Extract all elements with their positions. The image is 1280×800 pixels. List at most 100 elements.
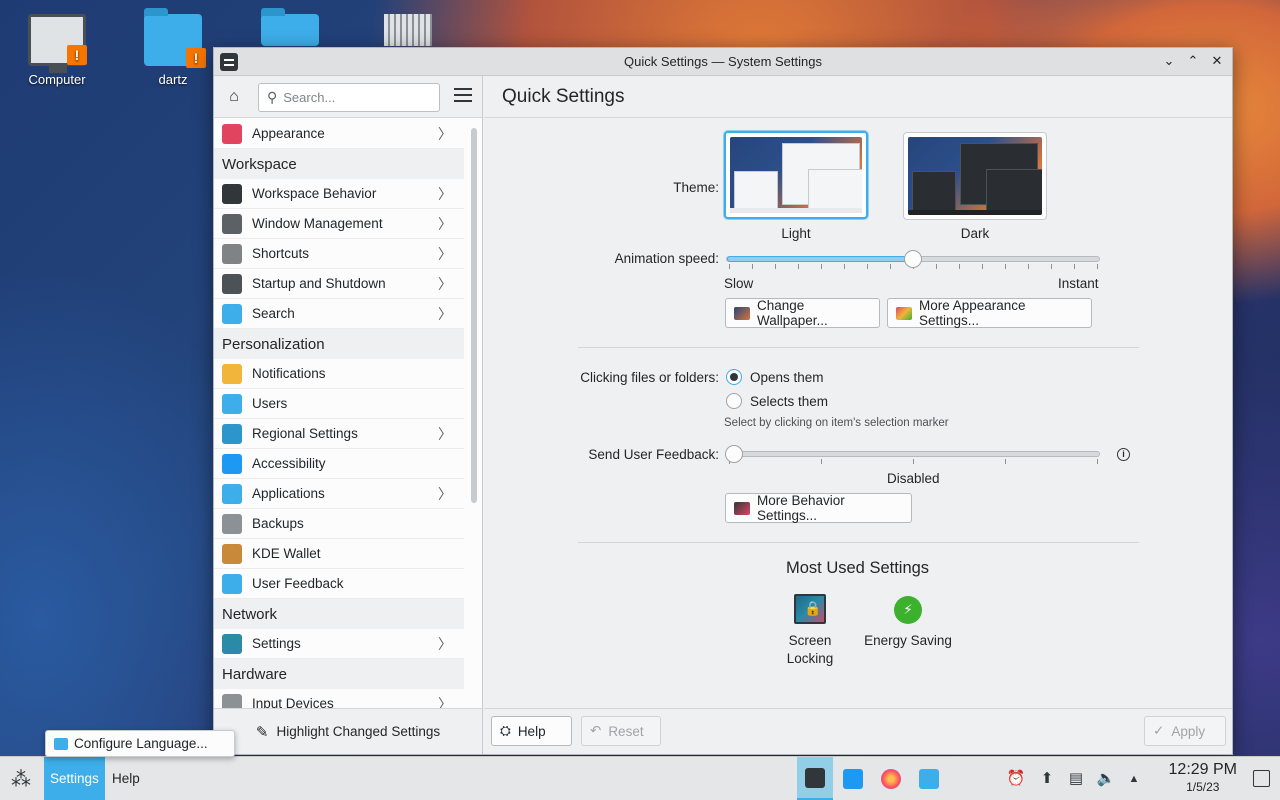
updates-tray-icon[interactable]: ⬆	[1037, 769, 1057, 789]
page-title: Quick Settings	[484, 76, 1232, 118]
sidebar-item-regional-settings[interactable]: Regional Settings 〉	[214, 419, 464, 449]
sidebar-item-applications[interactable]: Applications 〉	[214, 479, 464, 509]
most-used-settings-title: Most Used Settings	[786, 559, 930, 577]
feedback-slider[interactable]	[726, 451, 1100, 457]
feedback-slider-handle[interactable]	[725, 445, 743, 463]
digital-clock[interactable]: 12:29 PM 1/5/23	[1169, 761, 1237, 794]
sidebar-item-user-feedback[interactable]: User Feedback	[214, 569, 464, 599]
sidebar-item-workspace-behavior[interactable]: Workspace Behavior 〉	[214, 179, 464, 209]
highlight-changed-label: Highlight Changed Settings	[276, 724, 441, 739]
sidebar-item-appearance[interactable]: Appearance 〉	[214, 119, 464, 149]
quick-settings-content: Theme: Light Dark Animation speed: Slow …	[484, 119, 1232, 708]
divider	[578, 347, 1139, 348]
startup-and-shutdown-icon	[222, 273, 242, 294]
apply-button[interactable]: ✓ Apply	[1144, 716, 1226, 746]
more-behavior-settings-button[interactable]: More Behavior Settings...	[725, 493, 912, 523]
theme-light-card[interactable]	[724, 131, 868, 219]
settings-icon	[222, 633, 242, 654]
sidebar-item-label: Workspace Behavior	[252, 186, 377, 201]
hamburger-menu-icon[interactable]	[454, 88, 472, 104]
workspace-behavior-icon	[222, 183, 242, 204]
home-icon[interactable]: ⌂	[223, 86, 245, 108]
more-appearance-settings-button[interactable]: More Appearance Settings...	[887, 298, 1092, 328]
animation-speed-fill	[727, 256, 914, 262]
sidebar-item-startup-and-shutdown[interactable]: Startup and Shutdown 〉	[214, 269, 464, 299]
slider-tick	[867, 264, 868, 269]
slider-tick	[1005, 264, 1006, 269]
kde-wallet-icon	[222, 543, 242, 564]
global-menu-help[interactable]: Help	[106, 757, 146, 800]
change-wallpaper-button[interactable]: Change Wallpaper...	[725, 298, 880, 328]
sidebar-item-search[interactable]: Search 〉	[214, 299, 464, 329]
sidebar-item-kde-wallet[interactable]: KDE Wallet	[214, 539, 464, 569]
send-feedback-label: Send User Feedback:	[588, 447, 719, 462]
info-icon[interactable]: i	[1117, 448, 1130, 461]
help-icon: ⛭	[500, 723, 511, 738]
desktop-icon-computer[interactable]: ! Computer	[7, 14, 107, 87]
input-devices-icon	[222, 693, 242, 708]
slider-tick	[913, 459, 914, 464]
sidebar-item-shortcuts[interactable]: Shortcuts 〉	[214, 239, 464, 269]
application-launcher-icon[interactable]: ⁂	[8, 767, 34, 793]
chevron-right-icon: 〉	[438, 305, 452, 322]
reset-button[interactable]: ↶ Reset	[581, 716, 661, 746]
volume-tray-icon[interactable]: 🔈	[1096, 769, 1116, 789]
chevron-right-icon: 〉	[438, 275, 452, 292]
pen-icon: ✎	[255, 723, 269, 741]
appearance-icon	[896, 306, 912, 320]
slider-tick	[1097, 459, 1098, 464]
desktop-icon-home-folder[interactable]: ! dartz	[123, 8, 223, 87]
clipboard-tray-icon[interactable]: ▤	[1066, 769, 1086, 789]
sidebar-scrollbar[interactable]	[471, 128, 477, 503]
sidebar-item-input-devices[interactable]: Input Devices 〉	[214, 689, 464, 708]
show-desktop-icon[interactable]	[1253, 770, 1270, 787]
system-settings-window: Quick Settings — System Settings ⌄ ⌃ ✕ ⌂…	[213, 47, 1233, 755]
configure-language-menu-item[interactable]: Configure Language...	[45, 730, 235, 757]
checkmark-icon: ✓	[1153, 723, 1165, 738]
help-button[interactable]: ⛭ Help	[491, 716, 572, 746]
accessibility-icon	[222, 453, 242, 474]
slider-tick	[844, 264, 845, 269]
applications-icon	[222, 483, 242, 504]
close-button[interactable]: ✕	[1208, 52, 1226, 70]
slider-tick	[1051, 264, 1052, 269]
search-input[interactable]	[283, 90, 424, 105]
sidebar-item-notifications[interactable]: Notifications	[214, 359, 464, 389]
sidebar-item-settings[interactable]: Settings 〉	[214, 629, 464, 659]
configure-language-label: Configure Language...	[74, 736, 208, 751]
title-bar[interactable]: Quick Settings — System Settings ⌄ ⌃ ✕	[214, 48, 1232, 76]
opens-them-radio[interactable]	[726, 369, 742, 385]
selects-them-label[interactable]: Selects them	[750, 394, 828, 409]
minimize-button[interactable]: ⌄	[1160, 52, 1178, 70]
shortcuts-icon	[222, 243, 242, 264]
notifications-tray-icon[interactable]: ⏰	[1006, 769, 1026, 789]
sidebar-item-backups[interactable]: Backups	[214, 509, 464, 539]
task-system-settings[interactable]	[797, 757, 833, 800]
highlight-changed-settings-button[interactable]: ✎ Highlight Changed Settings	[214, 708, 482, 754]
most-used-energy-saving[interactable]: ⚡ Energy Saving	[858, 596, 958, 650]
task-firefox[interactable]	[873, 757, 909, 800]
task-dolphin[interactable]	[911, 757, 947, 800]
sidebar-toolbar: ⌂ ⚲	[214, 76, 482, 118]
reset-icon: ↶	[590, 723, 602, 738]
slider-tick	[959, 264, 960, 269]
search-icon	[222, 303, 242, 324]
animation-slow-label: Slow	[724, 276, 754, 291]
search-field[interactable]: ⚲	[258, 83, 440, 112]
apply-label: Apply	[1171, 723, 1206, 739]
opens-them-label[interactable]: Opens them	[750, 370, 824, 385]
theme-light-label: Light	[781, 226, 811, 241]
chevron-right-icon: 〉	[438, 185, 452, 202]
task-discover[interactable]	[835, 757, 871, 800]
global-menu-settings[interactable]: Settings	[44, 757, 105, 800]
sidebar-item-accessibility[interactable]: Accessibility	[214, 449, 464, 479]
expand-tray-icon[interactable]: ▲	[1124, 769, 1144, 789]
sidebar-item-users[interactable]: Users	[214, 389, 464, 419]
selects-them-radio[interactable]	[726, 393, 742, 409]
theme-dark-card[interactable]	[903, 132, 1047, 220]
most-used-screen-locking[interactable]: Screen Locking	[760, 594, 860, 668]
animation-speed-handle[interactable]	[904, 250, 922, 268]
maximize-button[interactable]: ⌃	[1184, 52, 1202, 70]
sidebar-item-window-management[interactable]: Window Management 〉	[214, 209, 464, 239]
chevron-right-icon: 〉	[438, 125, 452, 142]
